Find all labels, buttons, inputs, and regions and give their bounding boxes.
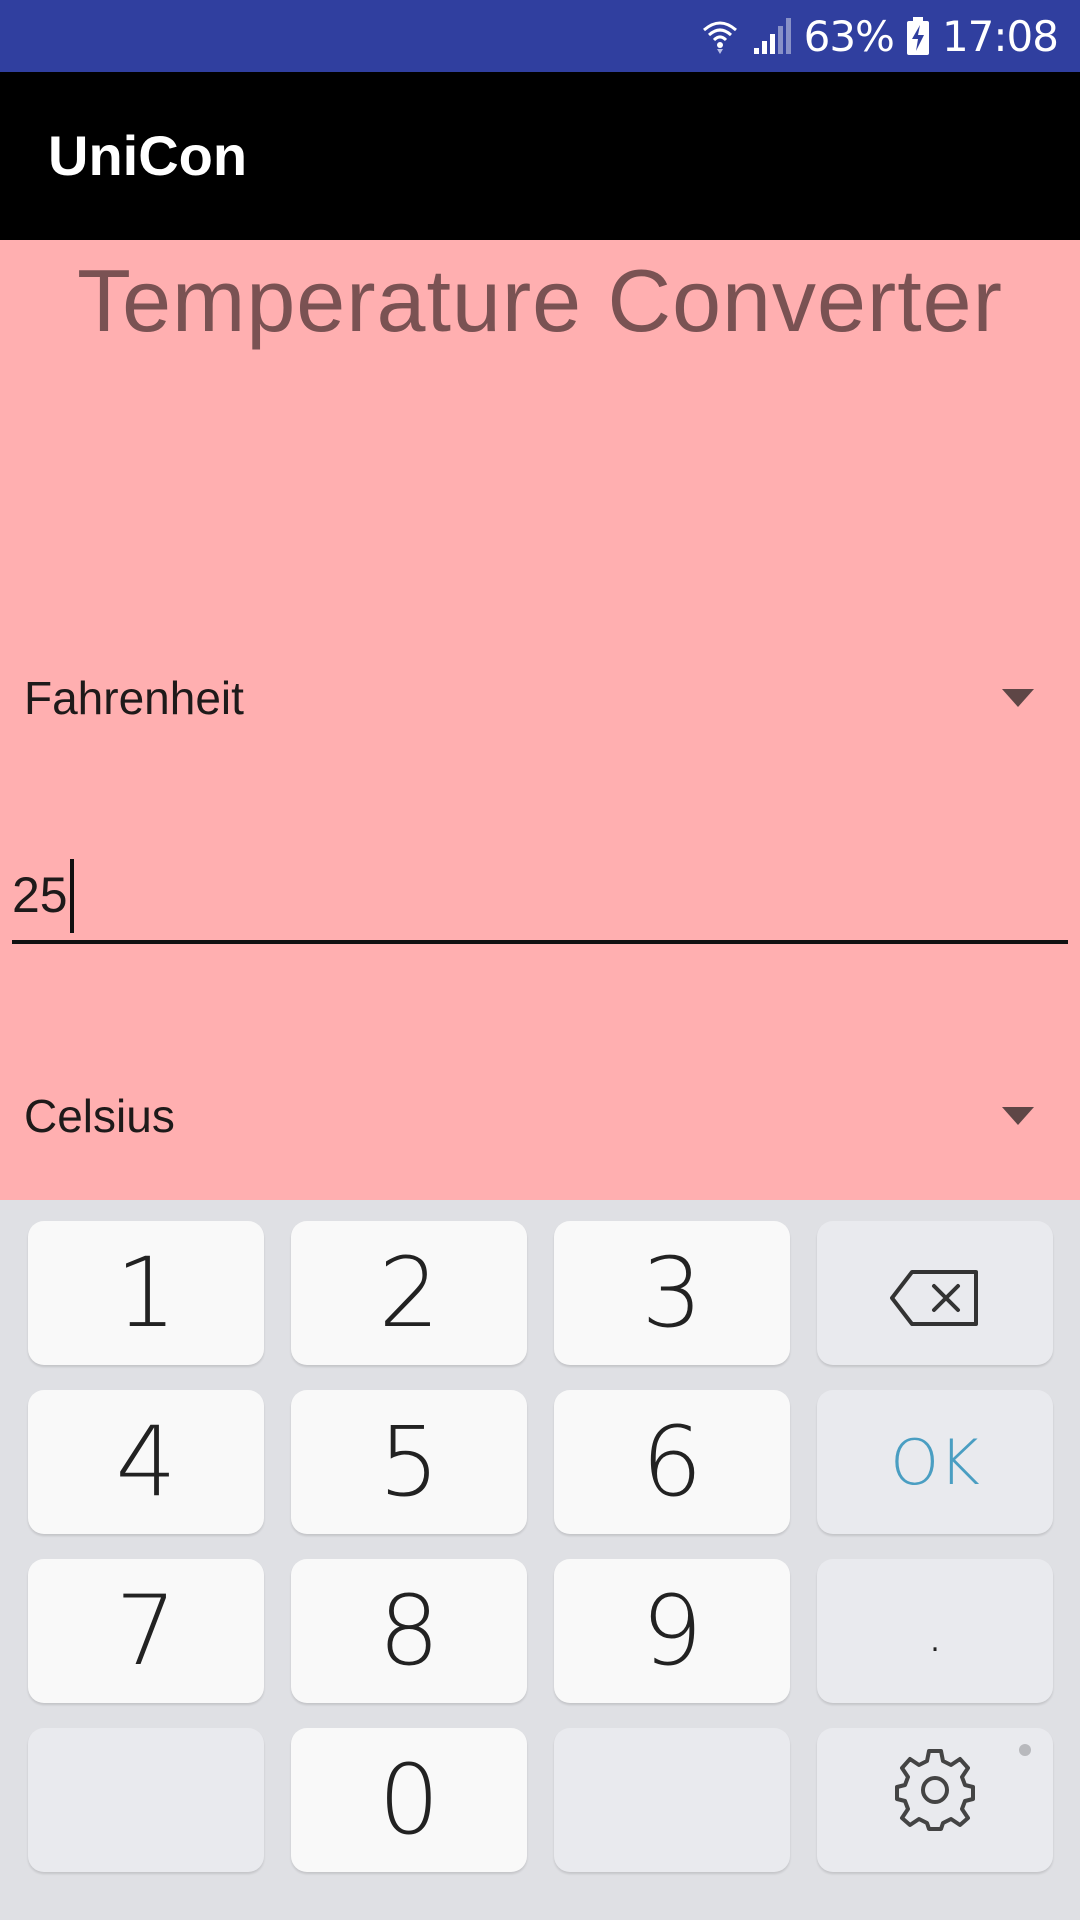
key-3[interactable]: 3 (554, 1221, 790, 1365)
ok-key[interactable]: OK (817, 1390, 1053, 1534)
key-8[interactable]: 8 (291, 1559, 527, 1703)
text-cursor (69, 858, 74, 933)
app-title: UniCon (48, 124, 248, 187)
dropdown-caret-icon (1002, 1066, 1034, 1166)
screen: 63% 17:08 UniCon Temperature Converter F… (0, 0, 1080, 1920)
keyboard-settings-key[interactable] (817, 1728, 1053, 1872)
blank-key-right (554, 1728, 790, 1872)
numeric-keyboard: 1 2 3 4 5 6 OK 7 8 9 . 0 (0, 1200, 1080, 1920)
key-6[interactable]: 6 (554, 1390, 790, 1534)
blank-key-left (28, 1728, 264, 1872)
key-1[interactable]: 1 (28, 1221, 264, 1365)
key-0[interactable]: 0 (291, 1728, 527, 1872)
key-4[interactable]: 4 (28, 1390, 264, 1534)
to-unit-spinner[interactable]: Celsius (24, 1066, 1034, 1166)
backspace-key[interactable] (817, 1221, 1053, 1365)
battery-percent: 63% (803, 11, 895, 61)
page-title: Temperature Converter (77, 251, 1003, 350)
wifi-icon (700, 16, 740, 56)
decimal-key[interactable]: . (817, 1559, 1053, 1703)
key-9[interactable]: 9 (554, 1559, 790, 1703)
key-5[interactable]: 5 (291, 1390, 527, 1534)
clock: 17:08 (941, 11, 1059, 61)
battery-charging-icon (906, 16, 930, 56)
signal-icon (752, 16, 792, 56)
input-value: 25 (12, 850, 74, 940)
key-2[interactable]: 2 (291, 1221, 527, 1365)
from-unit-label: Fahrenheit (24, 672, 244, 724)
from-unit-spinner[interactable]: Fahrenheit (24, 648, 1034, 748)
status-icons: 63% 17:08 (700, 0, 1059, 72)
app-bar: UniCon (0, 72, 1080, 240)
gear-icon (893, 1744, 977, 1856)
temperature-input[interactable]: 25 (12, 850, 1068, 944)
indicator-dot (1019, 1744, 1031, 1756)
backspace-icon (890, 1237, 980, 1349)
input-text: 25 (12, 867, 68, 923)
key-7[interactable]: 7 (28, 1559, 264, 1703)
to-unit-label: Celsius (24, 1090, 175, 1142)
dropdown-caret-icon (1002, 648, 1034, 748)
status-bar: 63% 17:08 (0, 0, 1080, 72)
